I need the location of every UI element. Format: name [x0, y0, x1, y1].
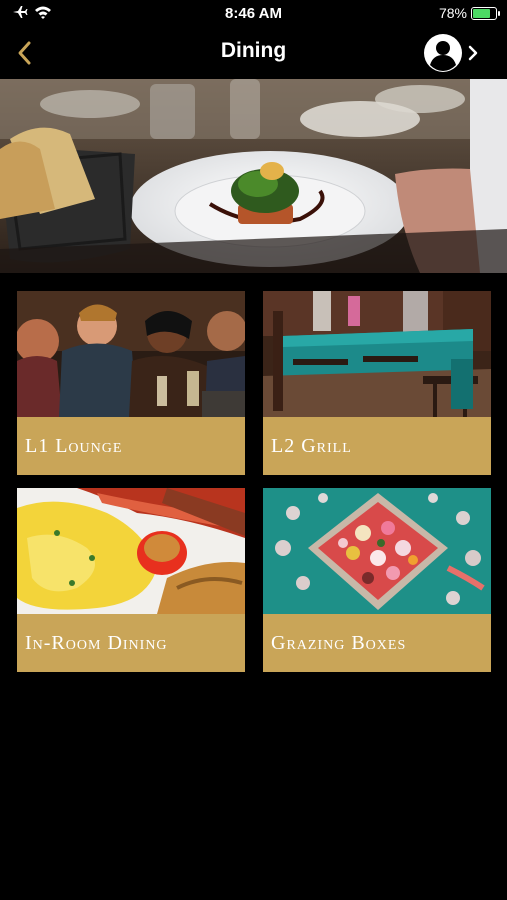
in-room-dining-label: In-Room Dining — [25, 631, 168, 654]
battery-percent: 78% — [438, 5, 467, 21]
profile-button[interactable] — [423, 33, 485, 73]
user-avatar-icon — [424, 34, 462, 72]
in-room-dining-photo — [17, 488, 245, 614]
hero-image — [0, 79, 507, 273]
l1-lounge-photo — [17, 291, 245, 417]
grazing-boxes-label: Grazing Boxes — [271, 631, 407, 654]
status-time: 8:46 AM — [225, 5, 282, 22]
tile-label: L1 Lounge — [17, 417, 245, 475]
nav-bar: Dining — [0, 30, 507, 76]
tile-in-room-dining[interactable]: In-Room Dining — [17, 488, 245, 672]
l2-grill-photo — [263, 291, 491, 417]
tile-label: In-Room Dining — [17, 614, 245, 672]
l1-lounge-label: L1 Lounge — [25, 434, 123, 457]
tile-grazing-boxes[interactable]: Grazing Boxes — [263, 488, 491, 672]
grazing-boxes-photo — [263, 488, 491, 614]
l2-grill-label: L2 Grill — [271, 434, 352, 457]
tile-label: L2 Grill — [263, 417, 491, 475]
chevron-right-icon — [468, 45, 478, 61]
status-bar: 8:46 AM 78% — [0, 0, 507, 30]
tile-label: Grazing Boxes — [263, 614, 491, 672]
tile-l2-grill[interactable]: L2 Grill — [263, 291, 491, 475]
battery-icon — [471, 6, 500, 20]
tile-l1-lounge[interactable]: L1 Lounge — [17, 291, 245, 475]
